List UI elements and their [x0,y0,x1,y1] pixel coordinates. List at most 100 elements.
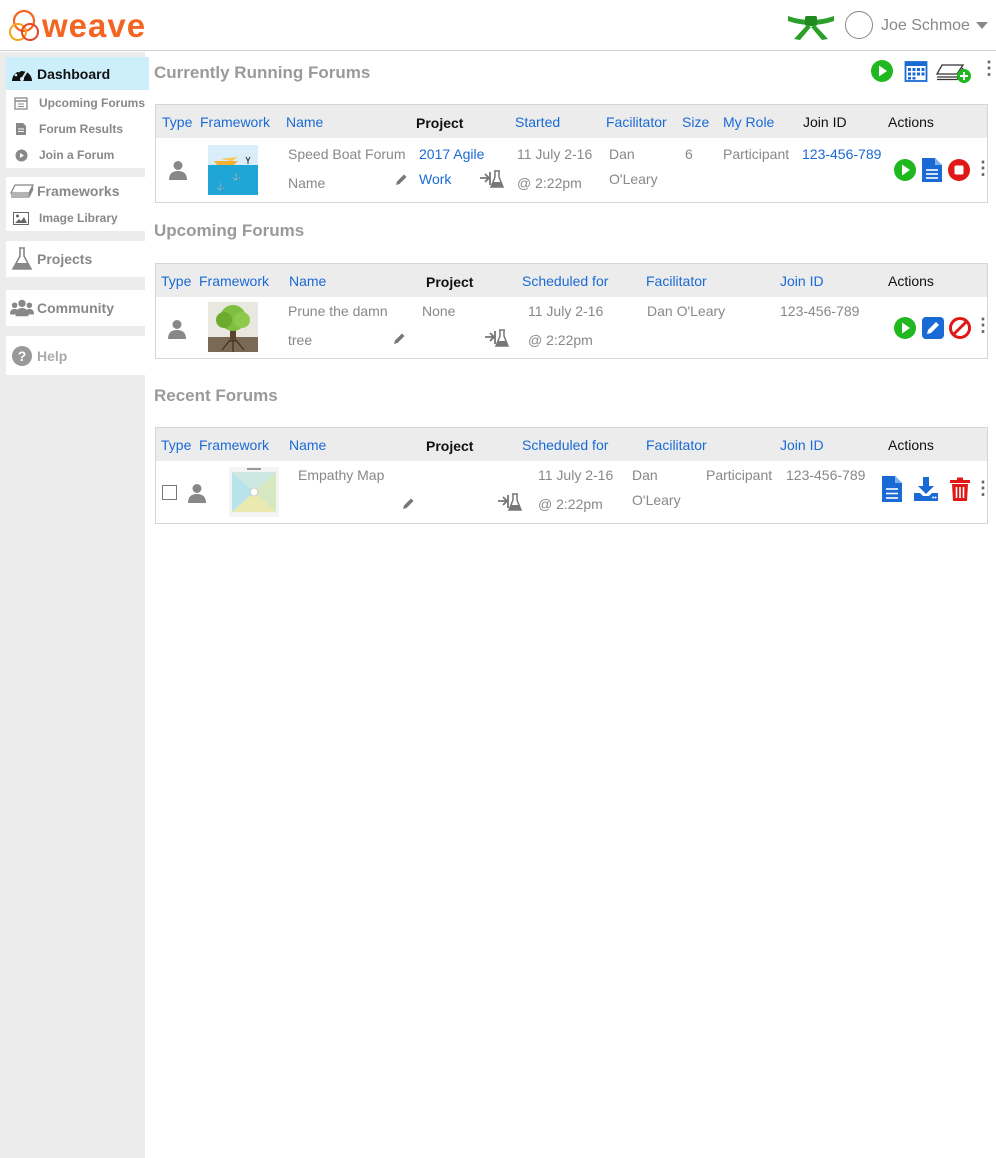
start-forum-play-icon[interactable] [870,59,894,83]
resume-play-icon[interactable] [893,158,917,182]
table-row[interactable]: Empathy Map 11 July 2-16 @ 2:22pm Dan O'… [156,461,992,523]
col-facilitator[interactable]: Facilitator [646,273,707,289]
row-more-menu-icon[interactable]: ⋮ [974,158,992,179]
join-id-link[interactable]: 123-456-789 [802,146,881,162]
sidebar-item-community[interactable]: Community [6,290,145,326]
table-header: Type Framework Name Project Scheduled fo… [156,264,987,297]
results-document-icon[interactable] [921,157,943,183]
cancel-forum-icon[interactable] [948,316,972,340]
project-name: None [422,303,456,319]
schedule-calendar-icon[interactable] [904,59,928,83]
section-title-running: Currently Running Forums [154,63,371,82]
forum-name-sub: tree [288,332,313,348]
section-title-recent: Recent Forums [154,386,278,405]
move-to-project-icon[interactable] [479,169,505,189]
user-avatar[interactable] [845,11,873,39]
add-framework-icon[interactable] [936,62,972,84]
stop-forum-icon[interactable] [947,158,971,182]
table-header: Type Framework Name Project Scheduled fo… [156,428,987,461]
col-framework[interactable]: Framework [200,114,270,130]
sidebar-group-dashboard: Dashboard Upcoming Forums Forum Results … [6,57,149,168]
results-document-icon[interactable] [881,475,903,503]
empathy-map-thumbnail[interactable] [229,467,279,517]
forum-name: Empathy Map [298,467,385,483]
user-name[interactable]: Joe Schmoe [881,17,970,35]
sidebar-item-image-library[interactable]: Image Library [6,205,145,231]
sidebar-item-help[interactable]: ? Help [6,336,145,375]
running-forums-table: Type Framework Name Project Started Faci… [155,104,992,203]
row-more-menu-icon[interactable]: ⋮ [974,315,992,336]
edit-pencil-icon[interactable] [394,173,408,187]
move-to-project-icon[interactable] [484,328,510,348]
forum-name: Prune the damn [288,303,388,319]
started-time: @ 2:22pm [517,175,582,191]
project-link[interactable]: 2017 Agile [419,146,484,162]
scheduled-date: 11 July 2-16 [538,467,614,483]
col-actions: Actions [888,273,934,289]
col-scheduled[interactable]: Scheduled for [522,273,608,289]
col-name[interactable]: Name [286,114,323,130]
calendar-icon [12,96,30,110]
sidebar-item-label: Join a Forum [39,148,115,162]
sidebar-item-upcoming-forums[interactable]: Upcoming Forums [6,90,145,116]
table-row[interactable]: ⚓ ⚓ Speed Boat Forum Name 2017 Agile Work… [156,138,992,202]
col-join-id[interactable]: Join ID [780,437,824,453]
row-select-checkbox[interactable] [162,485,177,500]
sidebar-item-forum-results[interactable]: Forum Results [6,116,145,142]
chevron-down-icon[interactable] [976,22,988,29]
help-question-icon: ? [10,345,34,367]
col-framework[interactable]: Framework [199,437,269,453]
col-type[interactable]: Type [161,437,191,453]
project-link-sub[interactable]: Work [419,171,451,187]
prune-tree-thumbnail[interactable] [208,302,258,352]
sidebar-item-projects[interactable]: Projects [6,241,145,277]
col-facilitator[interactable]: Facilitator [646,437,707,453]
sidebar-item-label: Dashboard [37,65,111,82]
person-icon [188,484,206,503]
col-type[interactable]: Type [161,273,191,289]
weave-logo[interactable]: weave [9,8,146,44]
col-name[interactable]: Name [289,437,326,453]
col-name[interactable]: Name [289,273,326,289]
sidebar-item-frameworks[interactable]: Frameworks [6,177,145,205]
sidebar-item-label: Frameworks [37,183,120,199]
play-circle-icon [12,149,30,162]
green-belt-icon [788,16,834,40]
col-type[interactable]: Type [162,114,192,130]
sidebar-group-projects: Projects [6,241,145,277]
people-icon [10,298,34,318]
col-join-id[interactable]: Join ID [780,273,824,289]
col-size[interactable]: Size [682,114,709,130]
move-to-project-icon[interactable] [497,492,523,512]
edit-forum-icon[interactable] [922,317,944,339]
sidebar-item-label: Help [37,347,68,364]
upcoming-forums-table: Type Framework Name Project Scheduled fo… [155,263,992,359]
sidebar-item-dashboard[interactable]: Dashboard [6,57,149,90]
col-scheduled[interactable]: Scheduled for [522,437,608,453]
download-icon[interactable] [913,476,939,502]
recent-forums-table: Type Framework Name Project Scheduled fo… [155,427,992,524]
col-project: Project [426,438,474,454]
edit-pencil-icon[interactable] [392,332,406,346]
sidebar-item-label: Community [37,300,114,316]
page-more-menu-icon[interactable]: ⋮ [980,58,996,79]
facilitator-name: Dan [632,467,658,483]
logo-text: weave [42,7,147,44]
join-id: 123-456-789 [780,303,860,319]
sidebar-item-label: Forum Results [39,122,124,136]
row-more-menu-icon[interactable]: ⋮ [974,478,992,499]
col-my-role[interactable]: My Role [723,114,774,130]
trash-icon[interactable] [949,477,971,502]
speed-boat-thumbnail[interactable]: ⚓⚓ [208,145,258,195]
sidebar-item-join-forum[interactable]: Join a Forum [6,142,145,168]
top-header: weave Joe Schmoe [0,0,996,51]
col-started[interactable]: Started [515,114,560,130]
col-project: Project [416,115,464,131]
table-row[interactable]: Prune the damn tree None 11 July 2-16 @ … [156,297,992,358]
col-framework[interactable]: Framework [199,273,269,289]
start-forum-play-icon[interactable] [893,316,917,340]
col-facilitator[interactable]: Facilitator [606,114,667,130]
sidebar-item-label: Image Library [39,211,118,225]
col-actions: Actions [888,114,934,130]
edit-pencil-icon[interactable] [401,497,415,511]
